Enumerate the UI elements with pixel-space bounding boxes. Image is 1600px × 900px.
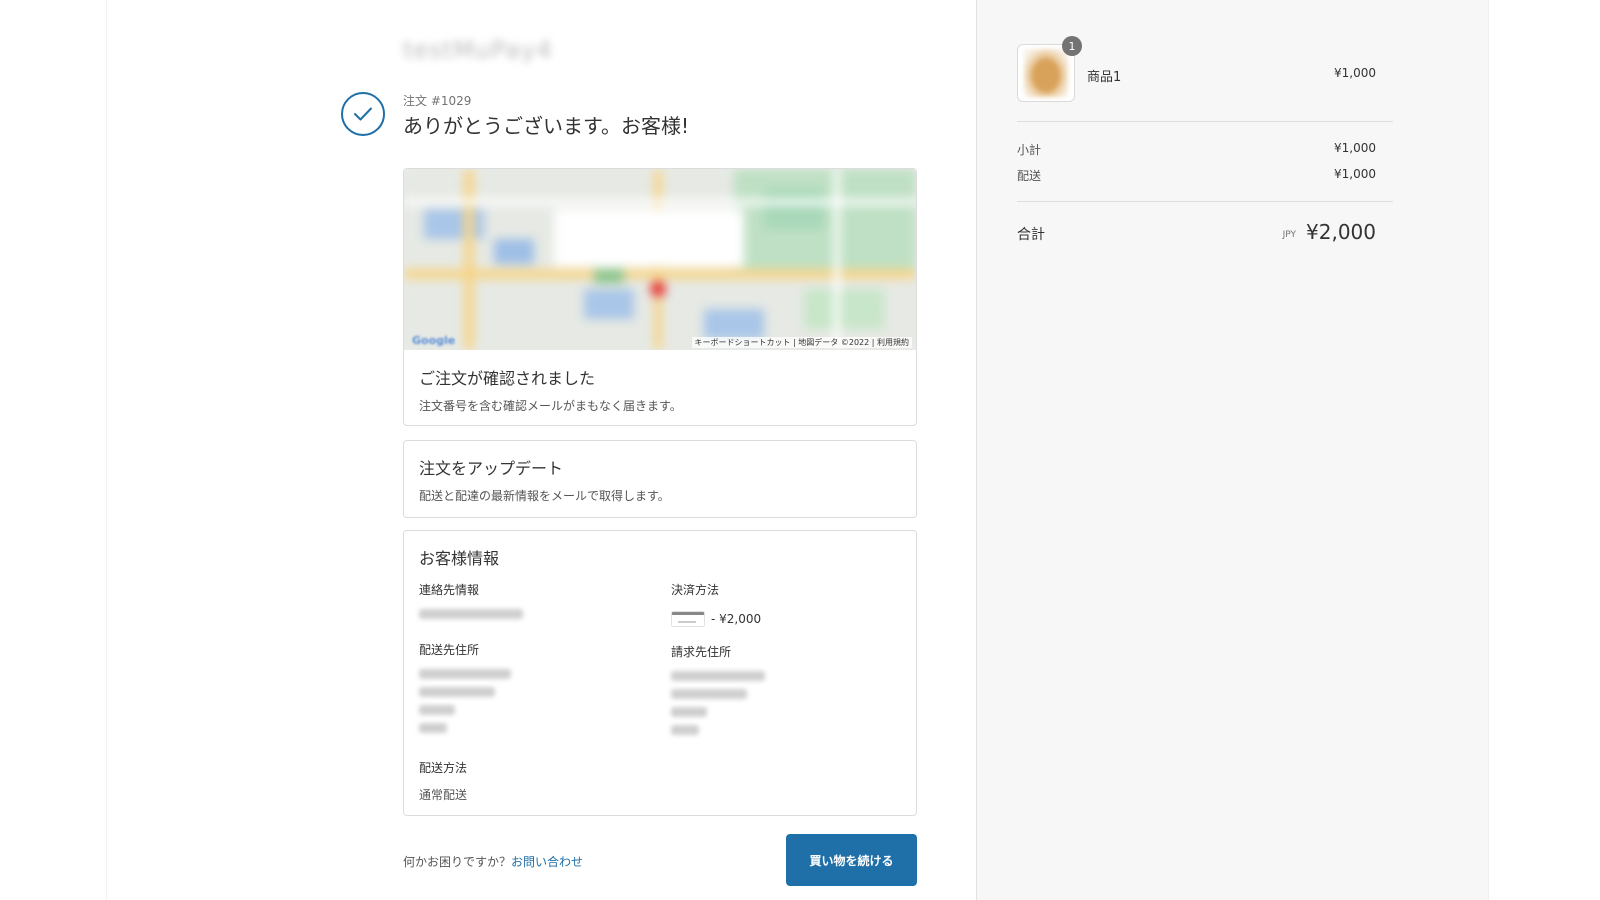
subtotal-label: 小計 <box>1017 143 1042 157</box>
product-image <box>1024 49 1068 97</box>
help-question: 何かお困りですか？ <box>403 855 512 869</box>
order-update-card: 注文をアップデート 配送と配達の最新情報をメールで取得します。 <box>403 440 917 518</box>
confirmed-text: 注文番号を含む確認メールがまもなく届きます。 <box>419 399 682 413</box>
shipping-address-line <box>419 687 495 697</box>
product-thumbnail: 1 <box>1017 36 1082 102</box>
customer-info-title: お客様情報 <box>419 549 500 568</box>
order-number: 注文 #1029 <box>403 94 472 108</box>
check-icon <box>354 107 372 121</box>
checkmark-circle-icon <box>341 92 385 136</box>
shipping-address-line <box>419 669 511 679</box>
shipping-address-line <box>419 705 455 715</box>
billing-address-line <box>671 671 765 681</box>
shipping-label: 配送 <box>1017 169 1042 183</box>
order-confirmed-card: Google キーボードショートカット | 地図データ ©2022 | 利用規約… <box>403 168 917 426</box>
subtotal-value: ¥1,000 <box>1334 141 1376 155</box>
page: testMuPay4 注文 #1029 ありがとうございます。お客様! Goog… <box>0 0 1600 900</box>
order-summary-sidebar: 1 商品1 ¥1,000 小計 ¥1,000 配送 ¥1,000 合計 JPY … <box>976 0 1488 900</box>
shipping-address-line <box>419 723 447 733</box>
shipping-method-value: 通常配送 <box>419 788 468 802</box>
divider <box>1017 201 1393 202</box>
help-text: 何かお困りですか？お問い合わせ <box>403 853 583 870</box>
payment-amount: - ¥2,000 <box>711 612 762 626</box>
payment-method-label: 決済方法 <box>671 583 720 597</box>
shop-name[interactable]: testMuPay4 <box>403 36 553 64</box>
credit-card-icon <box>671 611 705 627</box>
right-edge-divider <box>1488 0 1489 900</box>
total-label: 合計 <box>1017 227 1045 243</box>
continue-shopping-button[interactable]: 買い物を続ける <box>786 834 917 886</box>
shipping-value: ¥1,000 <box>1334 167 1376 181</box>
shipping-method-label: 配送方法 <box>419 761 468 775</box>
customer-info-card: お客様情報 連絡先情報 決済方法 - ¥2,000 配送先住所 請求先住所 配送… <box>403 530 917 816</box>
page-title: ありがとうございます。お客様! <box>403 114 690 138</box>
google-logo: Google <box>412 334 456 347</box>
contact-email-redacted <box>419 609 523 619</box>
billing-address-line <box>671 707 707 717</box>
total-value: ¥2,000 <box>1306 220 1376 244</box>
main-content: testMuPay4 注文 #1029 ありがとうございます。お客様! Goog… <box>341 0 917 900</box>
contact-us-link[interactable]: お問い合わせ <box>511 855 583 869</box>
payment-method-row: - ¥2,000 <box>671 611 761 627</box>
total-currency: JPY <box>1282 230 1296 240</box>
map-footer[interactable]: キーボードショートカット | 地図データ ©2022 | 利用規約 <box>691 337 912 348</box>
product-price: ¥1,000 <box>1334 66 1376 80</box>
billing-address-label: 請求先住所 <box>671 645 732 659</box>
confirmed-title: ご注文が確認されました <box>419 369 596 388</box>
shipping-address-label: 配送先住所 <box>419 643 480 657</box>
product-name: 商品1 <box>1087 70 1122 85</box>
left-edge-divider <box>106 0 107 900</box>
map-tiles <box>404 169 916 350</box>
quantity-badge: 1 <box>1062 36 1082 56</box>
update-text: 配送と配達の最新情報をメールで取得します。 <box>419 489 670 503</box>
billing-address-line <box>671 725 699 735</box>
divider <box>1017 121 1393 122</box>
contact-label: 連絡先情報 <box>419 583 480 597</box>
billing-address-line <box>671 689 747 699</box>
update-title: 注文をアップデート <box>419 459 564 478</box>
map[interactable]: Google キーボードショートカット | 地図データ ©2022 | 利用規約 <box>404 169 916 350</box>
